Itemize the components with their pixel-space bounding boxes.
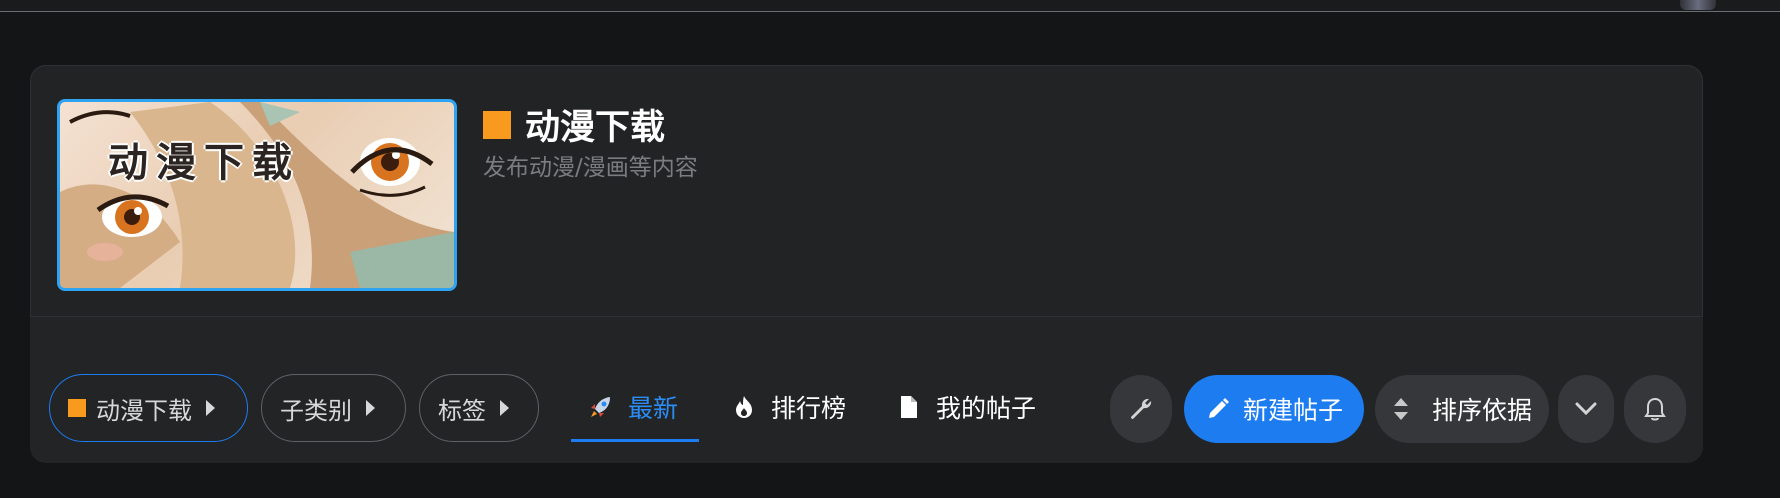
forum-banner-image: 动漫下载 xyxy=(57,99,457,291)
category-color-badge xyxy=(483,110,511,139)
new-post-label: 新建帖子 xyxy=(1242,396,1343,425)
wrench-icon xyxy=(1131,398,1152,419)
tags-dropdown[interactable]: 标签 xyxy=(419,374,539,442)
tab-leaderboard-label: 排行榜 xyxy=(771,394,847,423)
pencil-icon xyxy=(1208,398,1229,418)
bell-icon xyxy=(1644,397,1666,421)
tab-leaderboard[interactable]: 排行榜 xyxy=(731,377,846,437)
subcategory-dropdown[interactable]: 子类别 xyxy=(261,374,406,442)
sort-by-label: 排序依据 xyxy=(1431,396,1532,425)
category-dropdown-label: 动漫下载 xyxy=(96,396,192,425)
rocket-icon xyxy=(591,397,610,417)
notifications-button[interactable] xyxy=(1624,375,1686,443)
forum-header-card: 动漫下载 动漫下载 发布动漫/漫画等内容 动漫下载 子类别 标签 最新 排行榜 … xyxy=(30,65,1703,463)
caret-right-icon xyxy=(206,400,215,416)
user-avatar[interactable] xyxy=(1680,0,1716,10)
forum-title: 动漫下载 xyxy=(525,108,666,148)
caret-right-icon xyxy=(500,400,509,416)
forum-title-row: 动漫下载 xyxy=(483,99,665,150)
more-options-button[interactable] xyxy=(1558,375,1614,443)
sort-icon xyxy=(1393,398,1408,420)
tags-dropdown-label: 标签 xyxy=(438,396,486,425)
new-post-button[interactable]: 新建帖子 xyxy=(1184,375,1364,443)
document-icon xyxy=(901,396,917,418)
caret-right-icon xyxy=(366,400,375,416)
forum-hero: 动漫下载 动漫下载 发布动漫/漫画等内容 xyxy=(30,65,1703,317)
tab-latest-label: 最新 xyxy=(628,394,679,423)
tab-latest[interactable]: 最新 xyxy=(588,377,678,437)
tab-my-posts[interactable]: 我的帖子 xyxy=(896,377,1036,437)
banner-title: 动漫下载 xyxy=(108,140,300,186)
tab-my-posts-label: 我的帖子 xyxy=(936,394,1037,423)
chevron-down-icon xyxy=(1575,402,1597,416)
active-tab-indicator xyxy=(571,439,699,442)
top-navigation-bar xyxy=(0,0,1780,12)
fire-icon xyxy=(736,396,752,418)
category-dropdown[interactable]: 动漫下载 xyxy=(49,374,248,442)
subcategory-dropdown-label: 子类别 xyxy=(280,396,352,425)
category-color-icon xyxy=(68,399,86,417)
forum-description: 发布动漫/漫画等内容 xyxy=(483,155,698,181)
sort-by-button[interactable]: 排序依据 xyxy=(1375,375,1549,443)
tools-button[interactable] xyxy=(1110,375,1172,443)
